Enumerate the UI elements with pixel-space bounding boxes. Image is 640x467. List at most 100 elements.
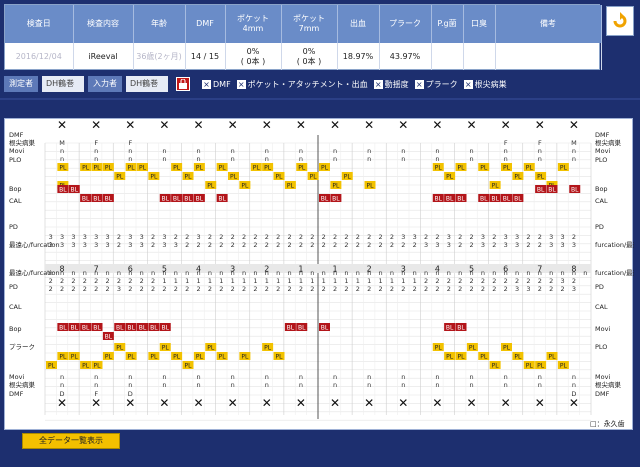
badge-label: PL <box>435 164 443 171</box>
lower-pd-value: 1 <box>162 277 166 285</box>
upper-pd-value: 3 <box>504 233 508 241</box>
upper-pd-value: 2 <box>219 233 223 241</box>
furcation-n: n <box>253 269 257 277</box>
lower-pd-value: 2 <box>469 285 473 293</box>
badge-label: PL <box>469 344 477 351</box>
lower-pd-value: 2 <box>378 285 382 293</box>
lower-pd-value: 2 <box>333 285 337 293</box>
missing-mark-icon: ✕ <box>364 119 374 132</box>
badge-label: BL <box>162 324 170 331</box>
upper-pd-value: 2 <box>572 233 576 241</box>
upper-left-label: CAL <box>9 197 22 205</box>
option-label: 動揺度 <box>384 79 409 89</box>
furcation-n: n <box>515 269 519 277</box>
option-checkbox-2[interactable]: × 動揺度 <box>373 79 409 90</box>
upper-pd-value: 2 <box>242 233 246 241</box>
badge-label: BL <box>457 324 465 331</box>
badge-label: BL <box>82 324 90 331</box>
lower-pd-value: 2 <box>196 285 200 293</box>
lower-pd-value: 3 <box>560 277 564 285</box>
lower-pd-value: 3 <box>572 285 576 293</box>
badge-label: BL <box>71 324 79 331</box>
option-checkbox-3[interactable]: × プラーク <box>414 79 458 90</box>
badge-label: PL <box>48 362 56 369</box>
badge-label: PL <box>59 164 67 171</box>
status-n: n <box>572 381 576 389</box>
upper-pd-value: 3 <box>413 233 417 241</box>
lower-pd-value: 2 <box>401 285 405 293</box>
status-n: n <box>333 381 337 389</box>
status-n: n <box>299 147 303 155</box>
badge-label: PL <box>185 173 193 180</box>
badge-label: BL <box>514 195 522 202</box>
upper-dmf-value: F <box>538 139 542 147</box>
badge-label: PL <box>162 344 170 351</box>
lower-pd-value: 2 <box>83 285 87 293</box>
badge-label: PL <box>82 164 90 171</box>
lower-dmf-value: D <box>571 390 576 398</box>
furcation-n: n <box>572 269 576 277</box>
summary-header-1: 検査内容 <box>73 5 134 43</box>
show-all-data-button[interactable]: 全データ一覧表示 <box>22 433 120 449</box>
furcation-n: n <box>367 269 371 277</box>
lower-pd-value: 2 <box>447 277 451 285</box>
furcation-n: n <box>470 269 474 277</box>
lower-pd-value: 2 <box>287 285 291 293</box>
badge-label: PL <box>537 362 545 369</box>
upper-pd-value: 2 <box>538 233 542 241</box>
badge-label: PL <box>480 353 488 360</box>
badge-label: PL <box>264 164 272 171</box>
option-checkbox-0[interactable]: × DMF <box>202 79 231 89</box>
badge-label: PL <box>458 353 466 360</box>
lower-pd-value: 2 <box>94 277 98 285</box>
upper-pd-value: 2 <box>333 241 337 249</box>
badge-label: PL <box>298 164 306 171</box>
checked-icon: × <box>236 79 246 89</box>
badge-label: PL <box>480 164 488 171</box>
badge-label: BL <box>218 195 226 202</box>
upper-pd-value: 3 <box>105 233 109 241</box>
upper-pd-value: 3 <box>196 233 200 241</box>
refresh-icon <box>613 12 627 28</box>
upper-pd-value: 3 <box>572 241 576 249</box>
status-n: n <box>504 381 508 389</box>
missing-mark-icon: ✕ <box>467 396 477 410</box>
option-checkbox-4[interactable]: × 根尖病巣 <box>463 79 507 90</box>
upper-pd-value: 3 <box>424 241 428 249</box>
upper-dmf-value: M <box>571 139 577 147</box>
upper-dmf-value: F <box>128 139 132 147</box>
status-n: n <box>265 147 269 155</box>
refresh-button[interactable] <box>606 6 634 36</box>
badge-label: BL <box>503 195 511 202</box>
lower-pd-value: 1 <box>185 277 189 285</box>
summary-header-5: ポケット 7mm <box>281 5 338 43</box>
lower-pd-value: 1 <box>413 277 417 285</box>
upper-right-label: DMF <box>595 131 610 139</box>
missing-mark-icon: ✕ <box>501 119 511 132</box>
lower-pd-value: 2 <box>105 277 109 285</box>
measurer-label: 測定者 <box>4 76 38 92</box>
badge-label: PL <box>94 362 102 369</box>
upper-pd-value: 2 <box>299 241 303 249</box>
status-n: n <box>435 381 439 389</box>
badge-label: PL <box>276 173 284 180</box>
upper-pd-value: 2 <box>322 241 326 249</box>
option-checkbox-1[interactable]: × ポケット・アタッチメント・出血 <box>236 79 368 90</box>
badge-label: BL <box>59 186 67 193</box>
lower-pd-value: 2 <box>322 285 326 293</box>
upper-pd-value: 2 <box>231 233 235 241</box>
furcation-n: n <box>162 269 166 277</box>
status-n: n <box>299 381 303 389</box>
upper-pd-value: 3 <box>94 241 98 249</box>
measurer-value[interactable]: DH鶴巻 <box>42 76 84 92</box>
status-n: n <box>367 147 371 155</box>
status-n: n <box>470 381 474 389</box>
lower-pd-value: 2 <box>185 285 189 293</box>
lower-pd-value: 1 <box>265 277 269 285</box>
badge-label: BL <box>93 195 101 202</box>
missing-mark-icon: ✕ <box>398 396 408 410</box>
lock-icon[interactable] <box>176 77 190 91</box>
input-person-value[interactable]: DH鶴巻 <box>126 76 168 92</box>
upper-pd-value: 3 <box>560 241 564 249</box>
upper-right-label: PLO <box>595 156 607 164</box>
